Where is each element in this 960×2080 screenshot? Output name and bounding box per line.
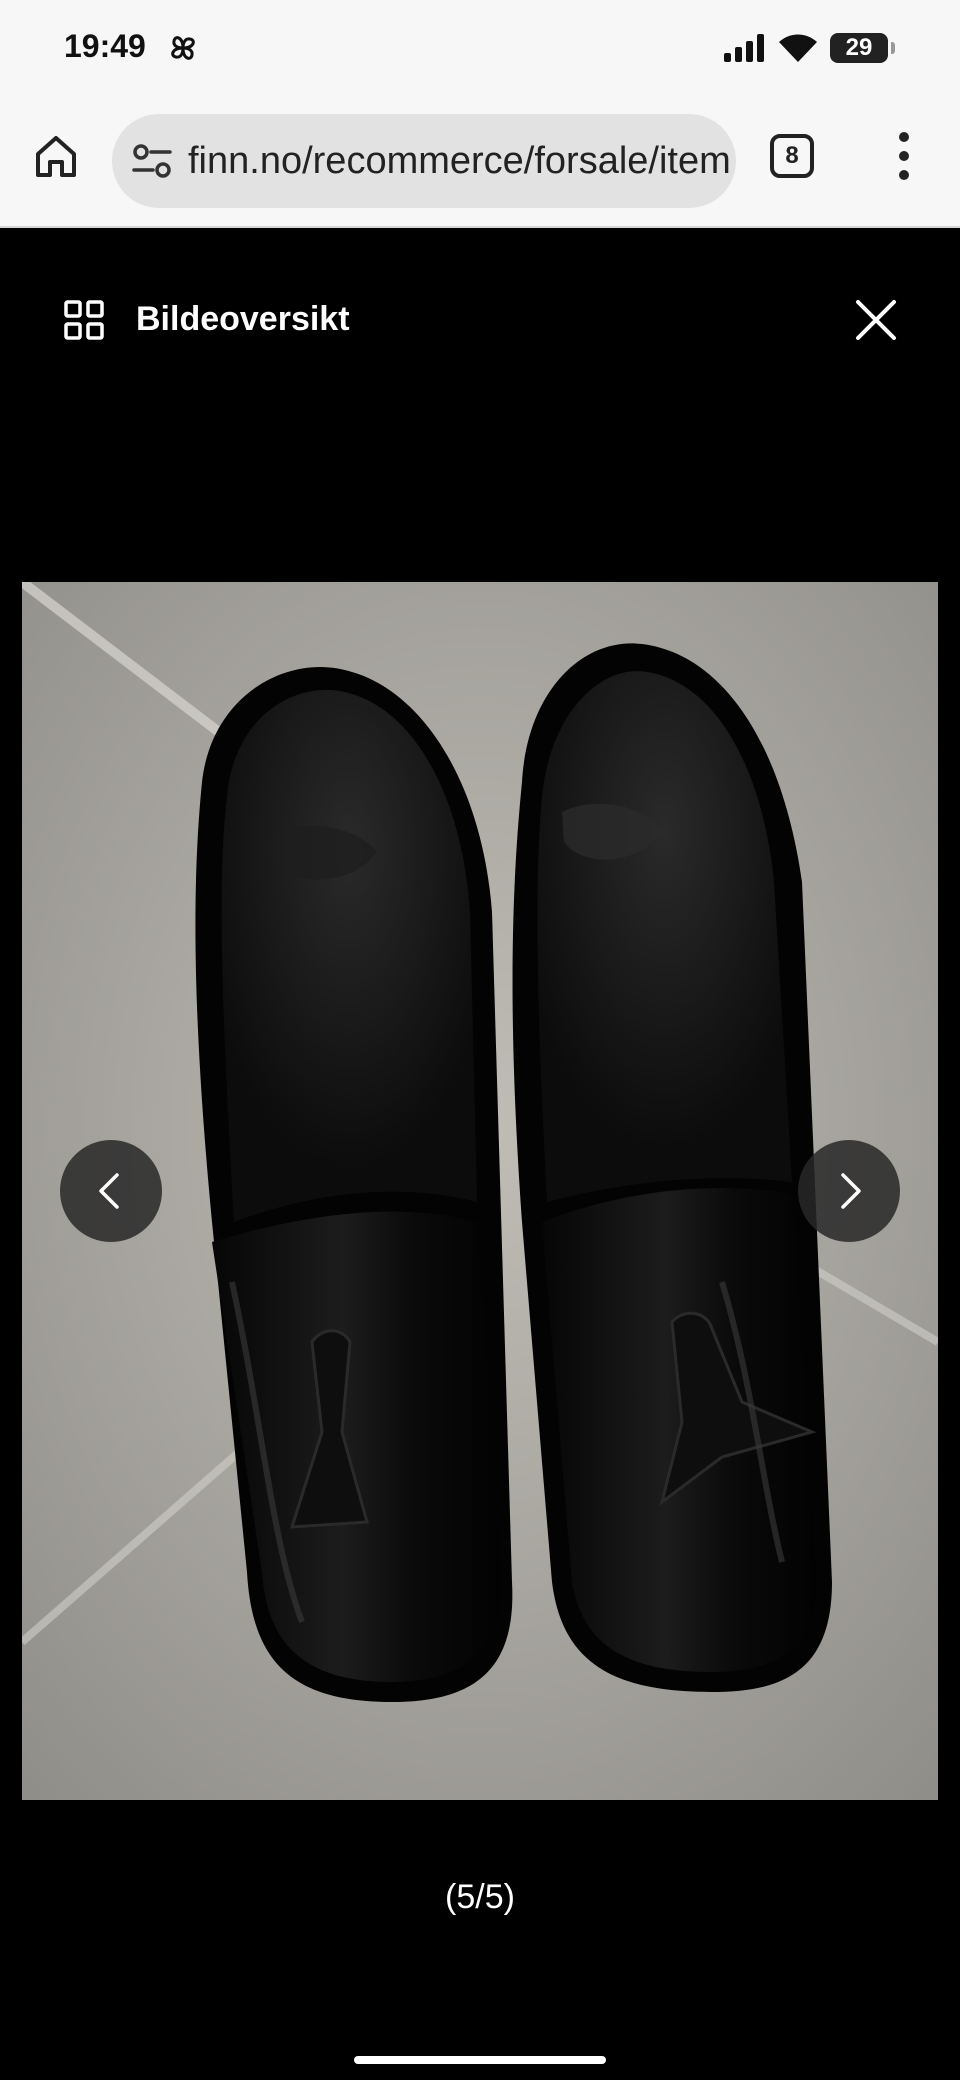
status-bar: 19:49 29 [0,0,960,92]
chevron-right-icon [841,1173,861,1209]
next-image-button[interactable] [798,1140,900,1242]
signal-icon [724,34,764,62]
wifi-icon [779,34,817,62]
status-time: 19:49 [64,28,146,64]
previous-image-button[interactable] [60,1140,162,1242]
tabs-button[interactable]: 8 [770,134,814,178]
url-bar[interactable]: finn.no/recommerce/forsale/item [112,114,736,208]
tune-icon[interactable] [132,142,172,180]
close-icon[interactable] [852,296,900,344]
tab-count: 8 [785,142,799,169]
image-viewer: Bildeoversikt (5/5) [0,230,960,2080]
pinwheel-icon [171,36,195,60]
battery-icon: 29 [830,33,895,63]
image-counter: (5/5) [445,1878,515,1916]
home-icon[interactable] [32,132,80,180]
chevron-left-icon [99,1173,119,1209]
url-text[interactable]: finn.no/recommerce/forsale/item [188,138,731,184]
gesture-home-indicator[interactable] [354,2056,606,2064]
battery-level: 29 [845,34,873,61]
image-overview-title[interactable]: Bildeoversikt [136,300,350,339]
grid-icon[interactable] [64,300,104,340]
more-vert-icon[interactable] [888,128,920,184]
browser-toolbar: finn.no/recommerce/forsale/item 8 [0,92,960,228]
